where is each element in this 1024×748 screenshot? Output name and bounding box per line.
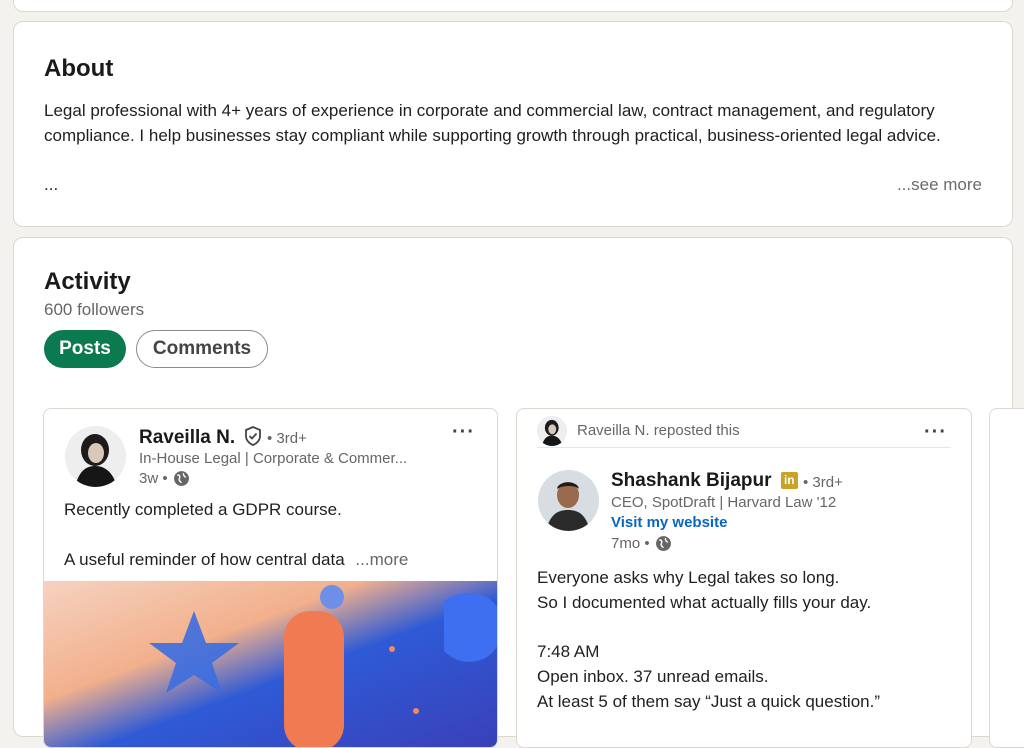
repost-text[interactable]: Raveilla N. reposted this xyxy=(577,422,740,439)
avatar[interactable] xyxy=(538,470,599,531)
post-image-graphic xyxy=(44,581,497,747)
post-card[interactable]: Raveilla N. reposted this ··· Shashank B… xyxy=(516,408,972,748)
post-text-line: Open inbox. 37 unread emails. xyxy=(537,667,769,686)
post-text-line: So I documented what actually fills your… xyxy=(537,593,872,612)
post-image[interactable] xyxy=(44,581,497,747)
post-time: 7mo • xyxy=(611,535,650,552)
globe-icon xyxy=(655,536,671,551)
visit-website-link[interactable]: Visit my website xyxy=(611,514,727,531)
post-card[interactable]: Raveilla N. • 3rd+ In-House Legal | Corp… xyxy=(43,408,498,748)
profile-top-card xyxy=(13,0,1013,12)
post-author-name[interactable]: Shashank Bijapur in xyxy=(611,470,798,492)
connection-degree: • 3rd+ xyxy=(803,474,843,491)
see-more-button[interactable]: ...see more xyxy=(897,175,982,195)
post-meta: 3w • xyxy=(139,470,190,487)
tab-posts[interactable]: Posts xyxy=(44,330,126,368)
more-options-icon[interactable]: ··· xyxy=(452,421,475,444)
about-ellipsis: ... xyxy=(44,175,59,194)
globe-icon xyxy=(173,471,189,486)
avatar-photo xyxy=(537,416,567,446)
more-options-icon[interactable]: ··· xyxy=(924,421,947,444)
about-section: About Legal professional with 4+ years o… xyxy=(13,21,1013,227)
tab-comments[interactable]: Comments xyxy=(136,330,268,368)
author-headline: In-House Legal | Corporate & Commer... xyxy=(139,450,408,467)
post-text-line: At least 5 of them say “Just a quick que… xyxy=(537,692,880,711)
post-text-line: Recently completed a GDPR course. xyxy=(64,500,342,519)
post-author-name[interactable]: Raveilla N. xyxy=(139,426,262,449)
post-text-line: A useful reminder of how central data ..… xyxy=(64,547,408,572)
post-text-line: 7:48 AM xyxy=(537,642,600,661)
about-title: About xyxy=(44,55,114,82)
post-time: 3w • xyxy=(139,470,168,487)
avatar[interactable] xyxy=(65,426,126,487)
verified-shield-icon xyxy=(245,426,262,446)
post-card-partial[interactable] xyxy=(989,408,1024,748)
linkedin-badge-icon: in xyxy=(780,471,798,489)
post-text-line: Everyone asks why Legal takes so long. xyxy=(537,568,840,587)
author-name-text: Raveilla N. xyxy=(139,427,236,448)
avatar[interactable] xyxy=(537,416,567,446)
connection-degree: • 3rd+ xyxy=(267,430,307,447)
post-text-fragment: A useful reminder of how central data xyxy=(64,550,345,569)
about-text: Legal professional with 4+ years of expe… xyxy=(44,101,941,145)
avatar-photo xyxy=(65,426,126,487)
activity-section: Activity 600 followers Posts Comments Ra… xyxy=(13,237,1024,748)
followers-count[interactable]: 600 followers xyxy=(44,300,144,320)
see-more-link[interactable]: ...more xyxy=(355,550,408,569)
author-name-text: Shashank Bijapur xyxy=(611,470,772,491)
post-meta: 7mo • xyxy=(611,535,672,552)
repost-header: Raveilla N. reposted this xyxy=(537,416,951,448)
activity-title: Activity xyxy=(44,268,131,295)
author-headline: CEO, SpotDraft | Harvard Law '12 xyxy=(611,494,837,511)
avatar-photo xyxy=(538,470,599,531)
